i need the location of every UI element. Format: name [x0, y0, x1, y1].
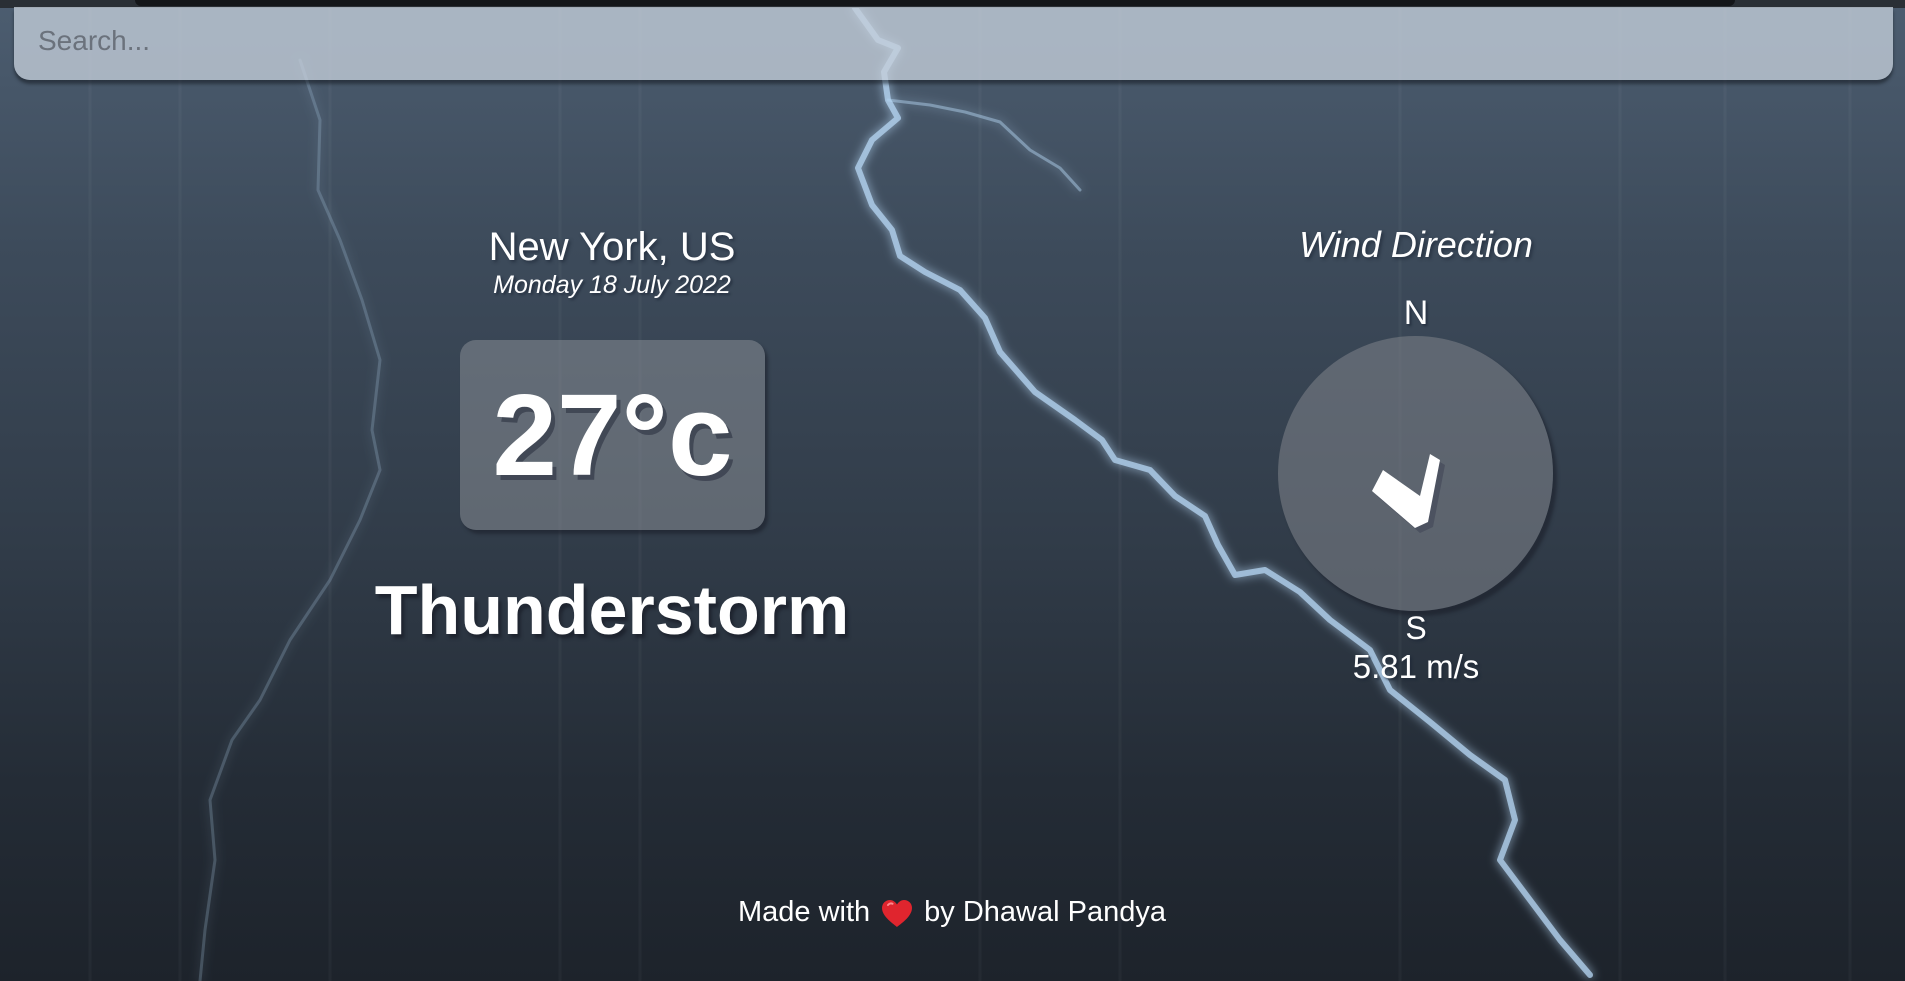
lightning-background [198, 5, 1593, 981]
footer: Made with by Dhawal Pandya [552, 896, 1352, 929]
date-label: Monday 18 July 2022 [493, 271, 731, 299]
temperature-value: 27°c [492, 370, 733, 500]
wind-speed-value: 5.81 m/s [1352, 648, 1480, 685]
search-bar [14, 7, 1893, 80]
search-input[interactable] [14, 7, 1893, 80]
footer-prefix: Made with [738, 896, 871, 928]
weather-condition: Thunderstorm [374, 571, 850, 649]
compass-south-label: S [1405, 610, 1427, 646]
wind-compass [1278, 336, 1553, 611]
footer-suffix: by Dhawal Pandya [924, 896, 1166, 928]
location-label: New York, US [488, 225, 736, 269]
heart-icon [882, 899, 913, 927]
wind-direction-title: Wind Direction [1299, 224, 1533, 265]
compass-north-label: N [1403, 294, 1429, 332]
browser-top-edge-inner [135, 0, 1735, 6]
arrow-down-icon [1372, 454, 1445, 533]
temperature-box: 27°c [460, 340, 765, 530]
